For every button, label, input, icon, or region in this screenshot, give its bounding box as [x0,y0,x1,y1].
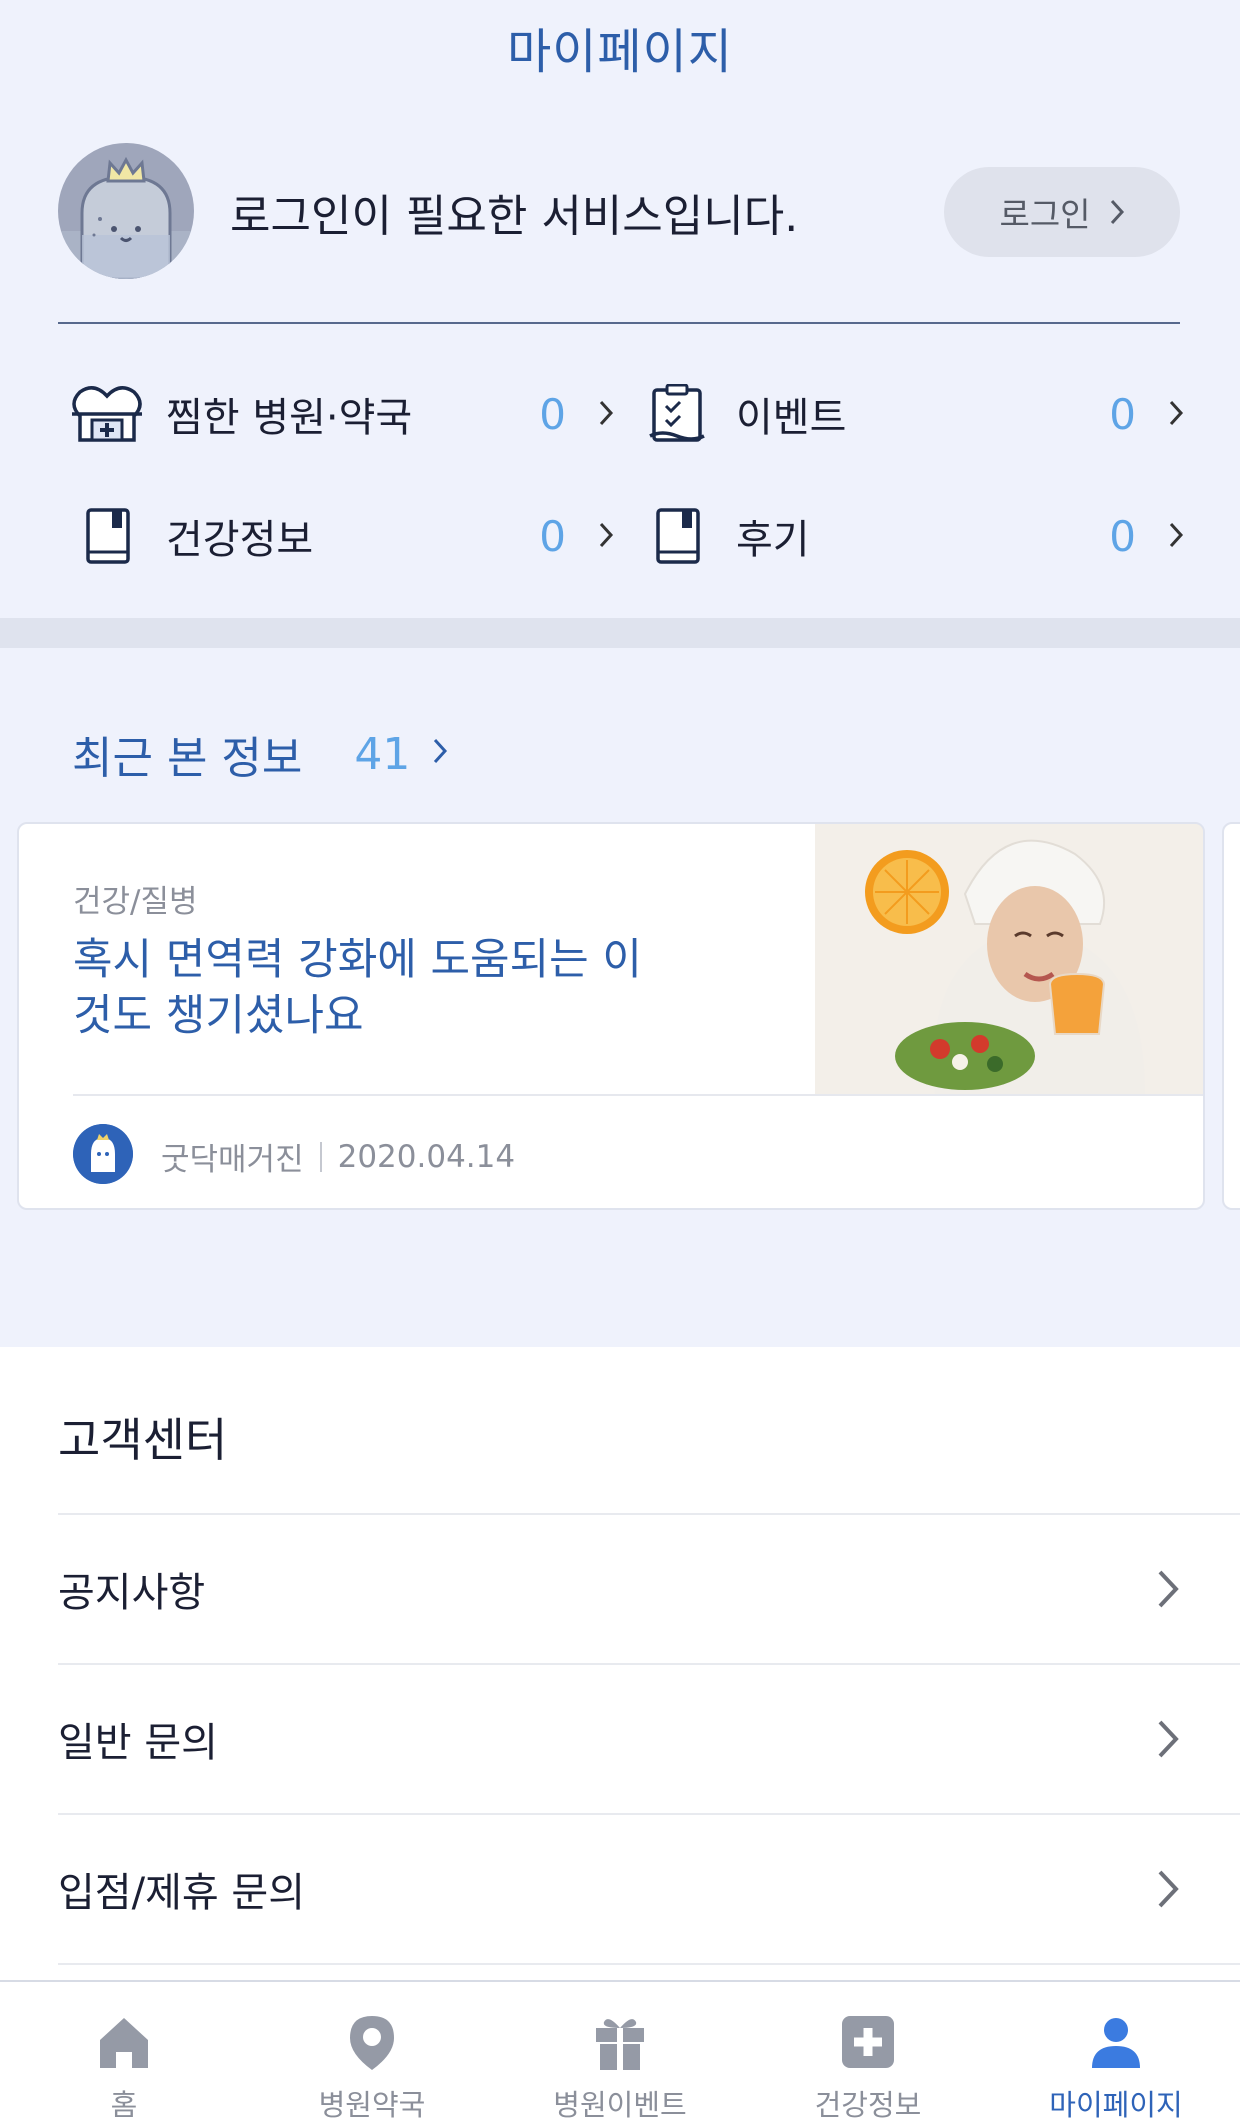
stat-label: 건강정보 [166,517,314,563]
chevron-right-icon [598,513,614,559]
tab-label: 병원약국 [318,2088,426,2122]
book-icon [640,506,714,566]
tab-health-info[interactable]: 건강정보 [744,1982,992,2127]
location-pin-icon [350,2016,394,2070]
article-meta: 굿닥매거진 2020.04.14 [161,1134,515,1179]
stat-events[interactable]: 이벤트 0 [640,384,1184,444]
stat-health-info[interactable]: 건강정보 0 [70,506,614,566]
customer-center-section: 고객센터 공지사항 일반 문의 입점/제휴 문의 [0,1347,1240,1987]
tab-label: 마이페이지 [1049,2088,1183,2122]
person-icon [1092,2018,1140,2068]
chevron-right-icon [1168,513,1184,559]
article-title: 혹시 면역력 강화에 도움되는 이것도 챙기셨나요 [73,935,642,1041]
recent-viewed-title: 최근 본 정보 [72,733,303,784]
bottom-tab-bar: 홈 병원약국 병원이벤트 건강정보 마이페이지 [0,1980,1240,2127]
stat-count: 0 [539,511,566,561]
chevron-right-icon [598,391,614,437]
chevron-right-icon [1158,1720,1179,1758]
support-item-label: 입점/제휴 문의 [58,1870,305,1916]
stat-label: 찜한 병원·약국 [166,395,413,441]
tab-my-page[interactable]: 마이페이지 [992,1982,1240,2127]
clipboard-check-icon [640,384,714,444]
page-title: 마이페이지 [507,24,733,80]
profile-section: 마이페이지 로그인이 필요한 서비스입니다. 로그인 찜한 병원·약국 0 이벤… [0,0,1240,618]
chevron-right-icon [1158,1870,1179,1908]
profile-divider [58,322,1180,324]
stat-label: 이벤트 [736,395,847,441]
recent-viewed-header[interactable]: 최근 본 정보 41 [72,722,448,786]
card-divider [73,1094,1203,1096]
meta-divider [319,1141,322,1172]
support-item-label: 공지사항 [58,1570,206,1616]
next-card-peek[interactable] [1222,822,1240,1210]
stat-count: 0 [1109,389,1136,439]
medical-cross-icon [842,2016,894,2068]
section-separator [0,618,1240,648]
gift-icon [596,2019,644,2070]
support-item-partnership-inquiry[interactable]: 입점/제휴 문의 [58,1815,1180,1963]
login-required-message: 로그인이 필요한 서비스입니다. [230,191,799,242]
chevron-right-icon [1158,1570,1179,1608]
tab-home[interactable]: 홈 [0,1982,248,2127]
stat-reviews[interactable]: 후기 0 [640,506,1184,566]
chevron-right-icon [432,734,448,775]
tab-hospital-events[interactable]: 병원이벤트 [496,1982,744,2127]
article-thumbnail [815,824,1203,1094]
recent-viewed-count: 41 [354,728,411,780]
tab-label: 건강정보 [814,2088,922,2122]
avatar [58,143,194,279]
row-divider [58,1963,1240,1965]
article-source: 굿닥매거진 [161,1142,304,1178]
support-item-general-inquiry[interactable]: 일반 문의 [58,1665,1180,1813]
home-icon [100,2018,148,2068]
support-item-notice[interactable]: 공지사항 [58,1515,1180,1663]
login-button[interactable]: 로그인 [944,167,1180,257]
book-icon [70,506,144,566]
chevron-right-icon [1110,199,1124,225]
hospital-heart-icon [70,384,144,444]
stat-count: 0 [539,389,566,439]
stat-count: 0 [1109,511,1136,561]
login-button-label: 로그인 [999,195,1091,234]
article-date: 2020.04.14 [337,1138,516,1175]
article-category: 건강/질병 [73,884,198,920]
tab-label: 병원이벤트 [553,2088,687,2122]
magazine-logo-icon [73,1124,133,1184]
stat-favorite-hospitals[interactable]: 찜한 병원·약국 0 [70,384,614,444]
tab-hospital-pharmacy[interactable]: 병원약국 [248,1982,496,2127]
tab-label: 홈 [110,2088,138,2122]
stat-label: 후기 [736,517,810,563]
recent-article-card[interactable]: 건강/질병 혹시 면역력 강화에 도움되는 이것도 챙기셨나요 굿닥매거진 20… [17,822,1205,1210]
support-item-label: 일반 문의 [58,1720,218,1766]
customer-center-title: 고객센터 [58,1413,228,1467]
chevron-right-icon [1168,391,1184,437]
